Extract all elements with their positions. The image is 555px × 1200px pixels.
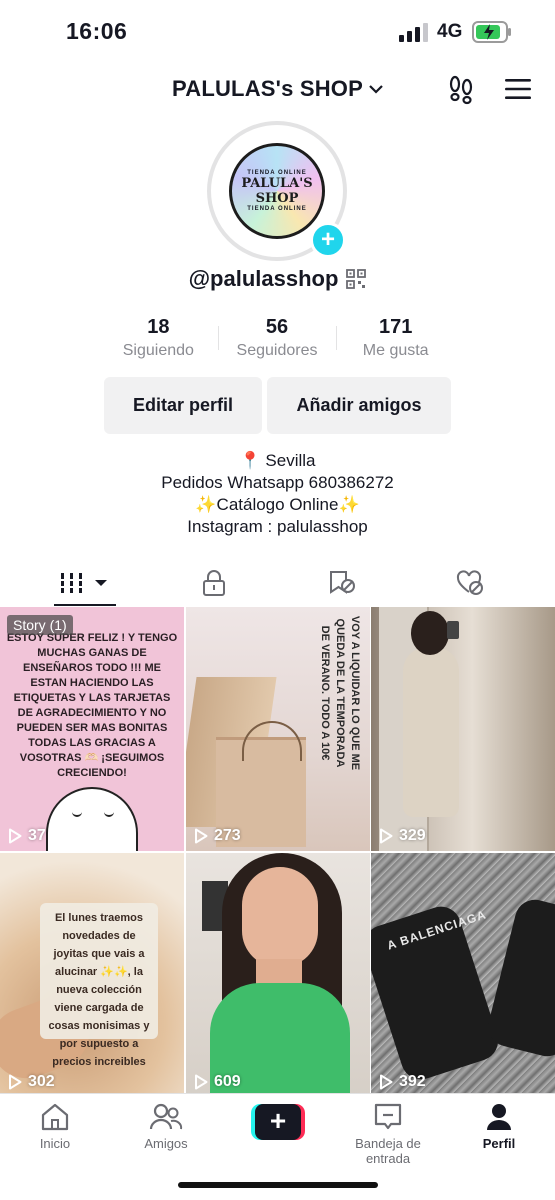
- status-bar: 16:06 4G: [0, 0, 555, 64]
- video-thumbnail[interactable]: 609: [186, 853, 370, 1097]
- signal-icon: [399, 23, 428, 42]
- profile-icon: [487, 1104, 511, 1130]
- add-friends-button[interactable]: Añadir amigos: [267, 377, 451, 434]
- edit-profile-button[interactable]: Editar perfil: [104, 377, 262, 434]
- avatar-logo: TIENDA ONLINE PALULA'S SHOP TIENDA ONLIN…: [229, 143, 325, 239]
- active-tab-indicator: [54, 604, 116, 606]
- content-tabs: [0, 560, 555, 608]
- username-row: @palulasshop: [189, 266, 367, 292]
- bio: 📍 Sevilla Pedidos Whatsapp 680386272 ✨Ca…: [0, 450, 555, 538]
- video-thumbnail[interactable]: A BALENCIAGA 392: [371, 853, 555, 1097]
- blob-illustration: [46, 787, 138, 851]
- inbox-icon: [374, 1103, 402, 1130]
- home-icon: [41, 1103, 69, 1131]
- home-indicator: [178, 1182, 378, 1188]
- tab-liked[interactable]: [452, 560, 488, 606]
- tab-profile[interactable]: Perfil: [444, 1102, 554, 1151]
- stat-likes[interactable]: 171 Me gusta: [336, 314, 455, 366]
- view-count: 609: [194, 1073, 241, 1091]
- tab-private[interactable]: [196, 560, 232, 606]
- footprint-icon[interactable]: [446, 75, 476, 105]
- play-icon: [195, 828, 208, 844]
- view-count: 273: [194, 827, 241, 845]
- tab-friends[interactable]: Amigos: [111, 1102, 221, 1151]
- view-count: 37: [8, 827, 46, 845]
- video-thumbnail[interactable]: ESTOY SUPER FELIZ ! Y TENGO MUCHAS GANAS…: [0, 607, 184, 851]
- grid-icon: [59, 573, 107, 593]
- tab-home[interactable]: Inicio: [0, 1102, 110, 1151]
- profile-header: PALULAS's SHOP: [0, 64, 555, 114]
- add-story-button[interactable]: +: [310, 222, 346, 258]
- lock-icon: [203, 570, 225, 596]
- chevron-down-icon: [369, 85, 383, 94]
- network-label: 4G: [437, 21, 463, 42]
- bio-whatsapp: Pedidos Whatsapp 680386272: [161, 473, 394, 492]
- video-thumbnail[interactable]: VOY A LIQUIDAR LO QUE ME QUEDA DE LA TEM…: [186, 607, 370, 851]
- hamburger-menu-icon[interactable]: [505, 78, 531, 100]
- play-icon: [195, 1074, 208, 1090]
- repost-hidden-icon: [330, 571, 355, 594]
- view-count: 302: [8, 1073, 55, 1091]
- plus-icon: +: [320, 226, 335, 253]
- bio-instagram: Instagram : palulasshop: [187, 517, 368, 536]
- username: @palulasshop: [188, 266, 339, 291]
- bio-catalog: ✨Catálogo Online✨: [195, 495, 360, 514]
- shop-title: PALULAS's SHOP: [172, 76, 363, 101]
- play-icon: [380, 1074, 393, 1090]
- stat-followers[interactable]: 56 Seguidores: [217, 314, 337, 366]
- story-badge: Story (1): [7, 615, 73, 635]
- video-thumbnail[interactable]: El lunes traemos novedades de joyitas qu…: [0, 853, 184, 1097]
- bio-location: 📍 Sevilla: [239, 451, 316, 470]
- qr-code-icon[interactable]: [346, 269, 367, 289]
- play-icon: [380, 828, 393, 844]
- thumbnail-caption: El lunes traemos novedades de joyitas qu…: [48, 912, 150, 1068]
- video-thumbnail[interactable]: 329: [371, 607, 555, 851]
- tab-reposts[interactable]: [324, 560, 360, 606]
- friends-icon: [149, 1103, 183, 1130]
- thumbnail-caption: VOY A LIQUIDAR LO QUE ME QUEDA DE LA TEM…: [319, 615, 361, 771]
- play-icon: [9, 828, 22, 844]
- account-switcher[interactable]: PALULAS's SHOP: [172, 76, 383, 102]
- profile-stats: 18 Siguiendo 56 Seguidores 171 Me gusta: [99, 314, 455, 366]
- thumbnail-caption: ESTOY SUPER FELIZ ! Y TENGO MUCHAS GANAS…: [6, 632, 178, 779]
- plus-icon: +: [255, 1104, 301, 1140]
- view-count: 392: [379, 1073, 426, 1091]
- status-time: 16:06: [66, 18, 128, 44]
- stat-following[interactable]: 18 Siguiendo: [99, 314, 218, 366]
- create-button[interactable]: +: [251, 1104, 305, 1140]
- tab-videos[interactable]: [52, 560, 116, 606]
- view-count: 329: [379, 827, 426, 845]
- tab-inbox[interactable]: Bandeja de entrada: [333, 1102, 443, 1166]
- heart-hidden-icon: [456, 570, 483, 595]
- play-icon: [9, 1074, 22, 1090]
- battery-icon: [472, 21, 511, 43]
